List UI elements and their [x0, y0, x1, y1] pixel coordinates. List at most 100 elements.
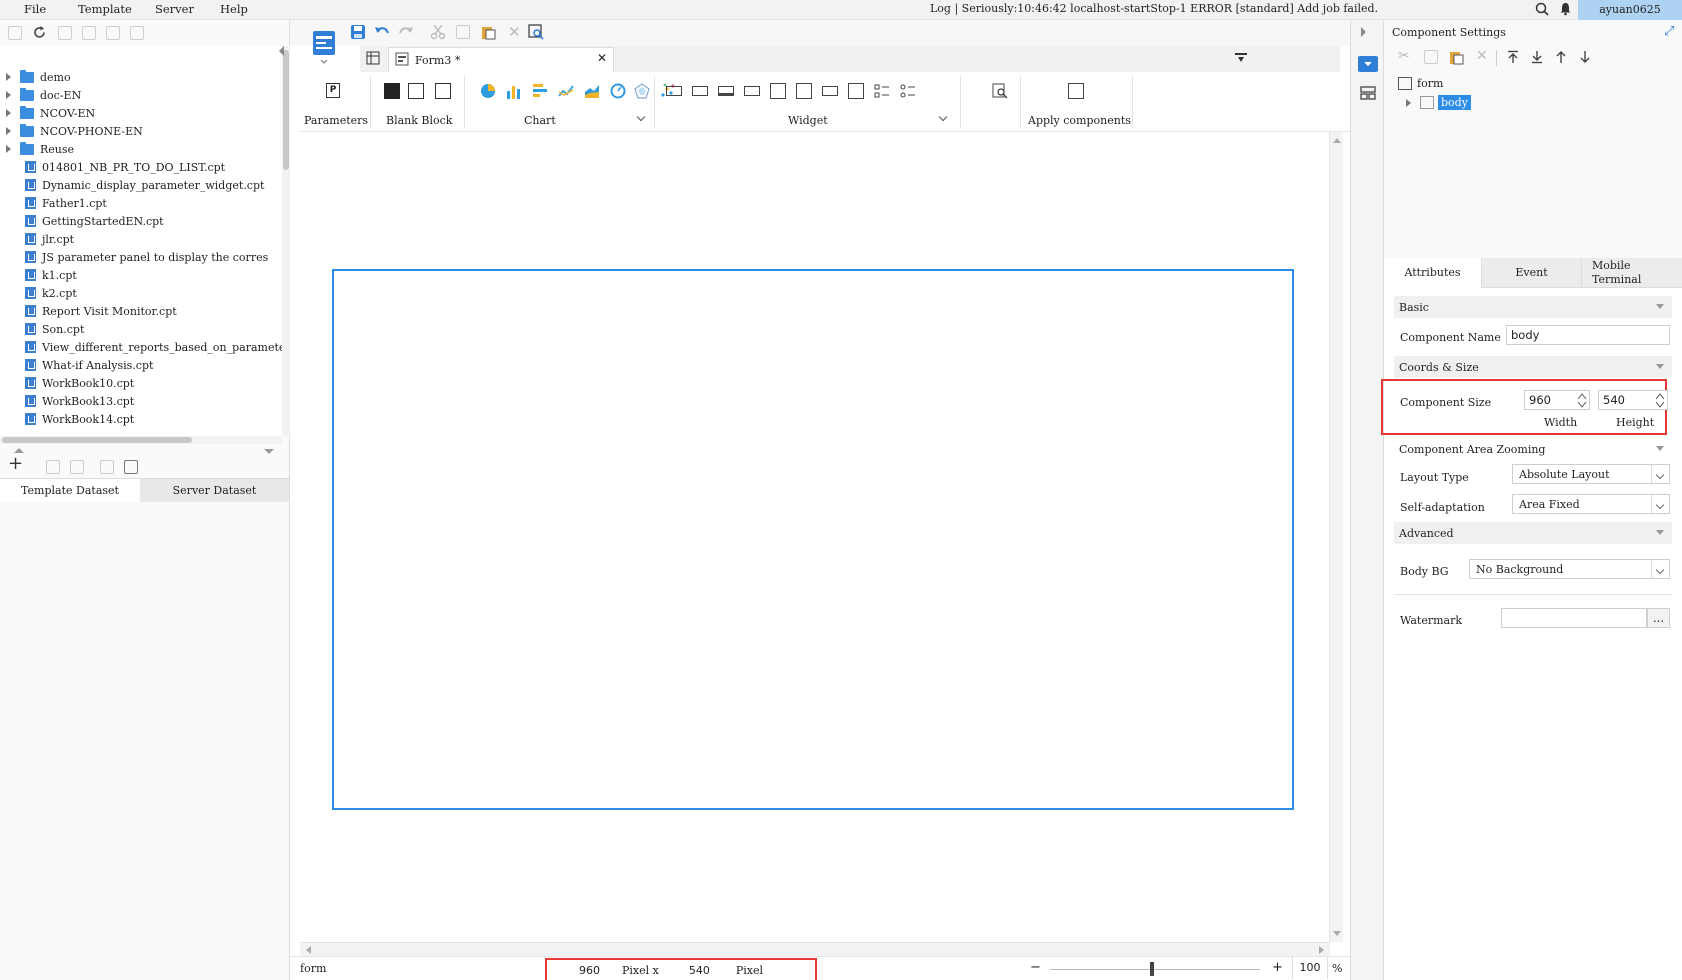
zoom-slider[interactable]: [1050, 969, 1260, 970]
status-height-value[interactable]: 540: [689, 964, 710, 977]
collapse-left-icon[interactable]: [279, 46, 284, 56]
search-icon[interactable]: [1535, 2, 1549, 19]
menu-template[interactable]: Template: [78, 2, 132, 16]
tree-folder[interactable]: doc-EN: [0, 86, 81, 104]
tab-event[interactable]: Event: [1482, 258, 1582, 288]
cut-icon[interactable]: ✂: [1398, 48, 1410, 64]
tree-horizontal-scrollbar[interactable]: [0, 436, 282, 444]
zoom-out-icon[interactable]: −: [1030, 960, 1041, 975]
tree-file[interactable]: k2.cpt: [0, 284, 77, 302]
canvas-vertical-scrollbar[interactable]: [1329, 132, 1343, 942]
search-component-icon[interactable]: [992, 83, 1008, 99]
new-folder-icon[interactable]: [8, 26, 22, 40]
tree-file[interactable]: WorkBook10.cpt: [0, 374, 134, 392]
locate-icon[interactable]: [58, 26, 72, 40]
tree-folder[interactable]: NCOV-PHONE-EN: [0, 122, 143, 140]
canvas-horizontal-scrollbar[interactable]: [300, 942, 1330, 956]
move-down-icon[interactable]: [1578, 50, 1592, 67]
zoom-slider-handle[interactable]: [1150, 962, 1154, 976]
tree-file[interactable]: jlr.cpt: [0, 230, 74, 248]
tab-attributes[interactable]: Attributes: [1384, 258, 1482, 288]
status-width-value[interactable]: 960: [579, 964, 600, 977]
tree-file[interactable]: GettingStartedEN.cpt: [0, 212, 164, 230]
add-dataset-icon[interactable]: +: [8, 455, 23, 473]
server-dataset-icon[interactable]: [124, 460, 138, 474]
height-input[interactable]: 540: [1598, 390, 1668, 410]
component-settings-icon[interactable]: [1358, 56, 1378, 72]
tree-file[interactable]: Dynamic_display_parameter_widget.cpt: [0, 176, 264, 194]
tree-file[interactable]: WorkBook13.cpt: [0, 392, 134, 410]
tree-file[interactable]: What-if Analysis.cpt: [0, 356, 153, 374]
tree-file[interactable]: WorkBook14.cpt: [0, 410, 134, 428]
preview-dataset-icon[interactable]: [100, 460, 114, 474]
layout-panel-icon[interactable]: [1360, 86, 1376, 103]
section-area-zooming[interactable]: Component Area Zooming: [1394, 438, 1672, 460]
widget-group[interactable]: Widget: [664, 72, 954, 132]
grid-icon[interactable]: [366, 51, 380, 68]
tree-node-body[interactable]: body: [1406, 95, 1471, 110]
tree-folder[interactable]: NCOV-EN: [0, 104, 95, 122]
parameters-group[interactable]: P Parameters: [304, 72, 368, 132]
preview-icon[interactable]: [528, 24, 544, 43]
tree-folder[interactable]: demo: [0, 68, 71, 86]
paste-icon[interactable]: [1448, 49, 1464, 68]
tab-server-dataset[interactable]: Server Dataset: [140, 479, 289, 502]
pin-icon[interactable]: ⤢: [1664, 24, 1674, 39]
refresh-icon[interactable]: [32, 25, 47, 43]
self-adaptation-select[interactable]: Area Fixed: [1512, 494, 1670, 514]
redo-icon[interactable]: [398, 24, 414, 43]
tree-file[interactable]: Son.cpt: [0, 320, 84, 338]
width-increment-icon[interactable]: [1577, 392, 1587, 400]
expand-right-icon[interactable]: [1361, 27, 1366, 37]
copy-icon[interactable]: [456, 25, 470, 39]
delete-dataset-icon[interactable]: [70, 460, 84, 474]
component-name-input[interactable]: body: [1506, 325, 1670, 345]
tab-template-dataset[interactable]: Template Dataset: [0, 479, 140, 502]
bell-icon[interactable]: [1559, 2, 1572, 19]
widget-expand-icon[interactable]: [938, 112, 948, 122]
tree-file[interactable]: Report Visit Monitor.cpt: [0, 302, 177, 320]
edit-dataset-icon[interactable]: [46, 460, 60, 474]
menu-file[interactable]: File: [24, 2, 46, 16]
tab-form3[interactable]: Form3 * ✕: [388, 47, 614, 72]
close-tab-icon[interactable]: ✕: [597, 51, 607, 65]
tree-file[interactable]: k1.cpt: [0, 266, 77, 284]
menu-server[interactable]: Server: [155, 2, 194, 16]
paste-icon[interactable]: [480, 24, 496, 43]
height-decrement-icon[interactable]: [1655, 401, 1665, 409]
lock-icon[interactable]: [82, 26, 96, 40]
undo-icon[interactable]: [374, 24, 390, 43]
section-coords-size[interactable]: Coords & Size: [1394, 356, 1672, 378]
tab-list-icon[interactable]: [1234, 52, 1248, 67]
layout-type-select[interactable]: Absolute Layout: [1512, 464, 1670, 484]
zoom-value[interactable]: 100: [1292, 957, 1328, 979]
move-up-icon[interactable]: [1554, 50, 1568, 67]
tree-node-form[interactable]: form: [1398, 77, 1443, 90]
copy-icon[interactable]: [1424, 50, 1438, 64]
cut-icon[interactable]: [430, 24, 446, 43]
zoom-in-icon[interactable]: +: [1272, 960, 1283, 975]
log-status-text[interactable]: Log | Seriously:10:46:42 localhost-start…: [930, 2, 1378, 15]
chart-expand-icon[interactable]: [636, 112, 646, 122]
delete-icon[interactable]: ✕: [508, 23, 521, 41]
collapse-down-icon[interactable]: [264, 449, 274, 454]
delete-icon[interactable]: ✕: [1476, 48, 1488, 64]
section-basic[interactable]: Basic: [1394, 296, 1672, 318]
body-bg-select[interactable]: No Background: [1469, 559, 1670, 579]
apply-components-group[interactable]: Apply components: [1028, 72, 1131, 132]
height-increment-icon[interactable]: [1655, 392, 1665, 400]
user-account[interactable]: ayuan0625: [1578, 0, 1682, 20]
body-component[interactable]: [332, 269, 1294, 810]
tree-file[interactable]: JS parameter panel to display the corres: [0, 248, 268, 266]
copy-icon[interactable]: [130, 26, 144, 40]
move-bottom-icon[interactable]: [1530, 50, 1544, 67]
menu-help[interactable]: Help: [220, 2, 248, 16]
delete-icon[interactable]: [106, 26, 120, 40]
tab-mobile-terminal[interactable]: Mobile Terminal: [1582, 258, 1666, 288]
tree-folder[interactable]: Reuse: [0, 140, 74, 158]
tree-file[interactable]: Father1.cpt: [0, 194, 107, 212]
tree-file[interactable]: View_different_reports_based_on_paramete: [0, 338, 282, 356]
section-advanced[interactable]: Advanced: [1394, 522, 1672, 544]
expand-arrow-icon[interactable]: [1406, 98, 1411, 107]
move-top-icon[interactable]: [1506, 50, 1520, 67]
